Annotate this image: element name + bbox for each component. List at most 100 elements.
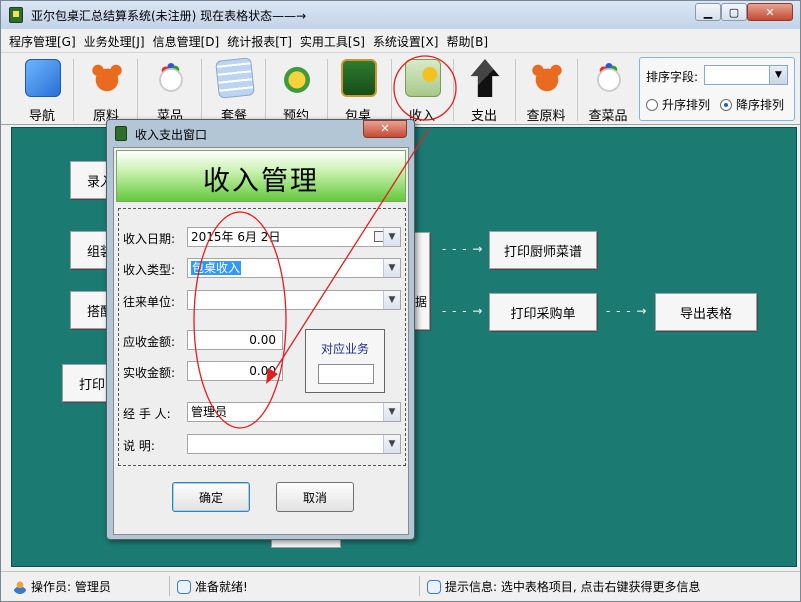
- message-bubble-icon: [177, 579, 191, 594]
- cancel-button[interactable]: 取消: [276, 482, 354, 512]
- status-bar: 操作员: 管理员 准备就绪! 提示信息: 选中表格项目, 点击右键获得更多信息: [1, 571, 800, 601]
- dialog-title-bar: 收入支出窗口 ✕: [111, 120, 410, 145]
- income-date-value: 2015年 6月 2日: [191, 230, 281, 244]
- menu-bar: 程序管理[G] 业务处理[J] 信息管理[D] 统计报表[T] 实用工具[S] …: [1, 31, 800, 51]
- menu-reports[interactable]: 统计报表[T]: [227, 33, 292, 50]
- receivable-amount-field[interactable]: 0.00: [187, 330, 283, 350]
- status-hint-text: 提示信息: 选中表格项目, 点击右键获得更多信息: [445, 580, 701, 594]
- toolbar-separator: [577, 59, 578, 121]
- user-icon: [13, 579, 27, 594]
- sort-field-label: 排序字段:: [646, 70, 699, 84]
- status-divider: [419, 576, 420, 596]
- export-table-button[interactable]: 导出表格: [655, 293, 757, 331]
- income-date-label: 收入日期:: [123, 232, 176, 246]
- chevron-down-icon[interactable]: ▼: [769, 66, 787, 84]
- set-meal-icon: [215, 57, 255, 99]
- app-icon: [115, 126, 127, 141]
- finder-face-icon: [25, 59, 61, 97]
- dish-icon: [591, 59, 627, 97]
- income-type-select[interactable]: 包桌收入 ▼: [187, 258, 401, 278]
- toolbar-query-dishes-label: 查菜品: [588, 109, 628, 124]
- print-chef-recipe-button[interactable]: 打印厨师菜谱: [489, 231, 597, 269]
- note-select[interactable]: ▼: [187, 434, 401, 454]
- banquet-icon: [341, 59, 377, 97]
- status-ready-text: 准备就绪!: [195, 580, 248, 594]
- toolbar-reservation-button[interactable]: 预约: [267, 57, 325, 124]
- app-icon: [9, 7, 23, 23]
- toolbar-dishes-button[interactable]: 菜品: [141, 57, 199, 124]
- menu-help[interactable]: 帮助[B]: [446, 33, 488, 50]
- dialog-title: 收入支出窗口: [135, 128, 208, 142]
- minimize-button[interactable]: ▁: [695, 3, 721, 21]
- status-hint: 提示信息: 选中表格项目, 点击右键获得更多信息: [427, 578, 701, 595]
- status-divider: [169, 576, 170, 596]
- partner-select[interactable]: ▼: [187, 290, 401, 310]
- toolbar-query-ingredients-button[interactable]: 查原料: [517, 57, 575, 124]
- sort-panel: 排序字段: ▼ 升序排列 降序排列: [639, 57, 795, 121]
- ok-button[interactable]: 确定: [172, 482, 250, 512]
- toolbar-separator: [265, 59, 266, 121]
- business-group: 对应业务: [305, 329, 385, 393]
- toolbar-separator: [391, 59, 392, 121]
- toolbar-separator: [73, 59, 74, 121]
- toolbar-query-ingredients-label: 查原料: [526, 109, 566, 124]
- close-button[interactable]: ✕: [747, 3, 793, 21]
- minimize-icon: ▁: [703, 5, 713, 19]
- menu-info[interactable]: 信息管理[D]: [153, 33, 220, 50]
- toolbar-ingredients-button[interactable]: 原料: [77, 57, 135, 124]
- toolbar-setmeal-button[interactable]: 套餐: [205, 57, 263, 124]
- income-type-label: 收入类型:: [123, 263, 176, 277]
- window-title: 亚尔包桌汇总结算系统(未注册) 现在表格状态——→: [31, 9, 307, 23]
- sort-desc-radio[interactable]: 降序排列: [720, 96, 784, 113]
- toolbar-separator: [327, 59, 328, 121]
- toolbar-nav-button[interactable]: 导航: [13, 57, 71, 124]
- dialog-header-title: 收入管理: [203, 166, 319, 197]
- toolbar-banquet-button[interactable]: 包桌: [329, 57, 387, 124]
- income-form: 收入日期: 2015年 6月 2日 ▼ 收入类型: 包桌收入 ▼ 往来单位: ▼…: [118, 208, 406, 466]
- crab-icon: [529, 59, 565, 97]
- business-field[interactable]: [318, 364, 374, 384]
- income-date-picker[interactable]: 2015年 6月 2日 ▼: [187, 227, 401, 247]
- close-icon: ✕: [765, 5, 775, 19]
- toolbar-expense-label: 支出: [470, 109, 497, 124]
- chevron-down-icon[interactable]: ▼: [383, 228, 400, 246]
- toolbar-query-dishes-button[interactable]: 查菜品: [579, 57, 637, 124]
- reservation-icon: [279, 59, 315, 97]
- toolbar-expense-button[interactable]: 支出: [455, 57, 513, 124]
- flow-arrow: - - - →: [606, 304, 648, 318]
- print-purchase-order-button[interactable]: 打印采购单: [489, 293, 597, 331]
- status-ready: 准备就绪!: [177, 578, 248, 595]
- menu-program[interactable]: 程序管理[G]: [9, 33, 76, 50]
- dialog-close-button[interactable]: ✕: [363, 120, 407, 138]
- income-type-value: 包桌收入: [191, 261, 242, 275]
- maximize-icon: ▢: [728, 5, 740, 19]
- flow-arrow: - - - →: [442, 242, 484, 256]
- handler-select[interactable]: 管理员 ▼: [187, 402, 401, 422]
- menu-business[interactable]: 业务处理[J]: [84, 33, 145, 50]
- status-operator: 操作员: 管理员: [13, 578, 111, 595]
- message-bubble-icon: [427, 579, 441, 594]
- chevron-down-icon[interactable]: ▼: [383, 291, 400, 309]
- menu-tools[interactable]: 实用工具[S]: [300, 33, 365, 50]
- toolbar-separator: [515, 59, 516, 121]
- menu-settings[interactable]: 系统设置[X]: [373, 33, 439, 50]
- received-label: 实收金额:: [123, 366, 176, 380]
- close-icon: ✕: [380, 122, 390, 135]
- dialog-header: 收入管理: [116, 150, 406, 202]
- sort-asc-radio[interactable]: 升序排列: [646, 96, 710, 113]
- toolbar-income-button[interactable]: 收入: [393, 57, 451, 124]
- chevron-down-icon[interactable]: ▼: [383, 259, 400, 277]
- status-operator-text: 操作员: 管理员: [31, 580, 111, 594]
- sort-desc-label: 降序排列: [736, 98, 785, 112]
- maximize-button[interactable]: ▢: [721, 3, 747, 21]
- sort-field-select[interactable]: ▼: [704, 65, 788, 85]
- handler-value: 管理员: [191, 405, 228, 419]
- expense-arrow-icon: [470, 59, 500, 97]
- sort-asc-label: 升序排列: [662, 98, 711, 112]
- received-amount-field[interactable]: 0.00: [187, 361, 283, 381]
- toolbar-separator: [453, 59, 454, 121]
- radio-icon: [646, 98, 658, 111]
- dialog-body: 收入管理 收入日期: 2015年 6月 2日 ▼ 收入类型: 包桌收入 ▼ 往来…: [113, 147, 409, 535]
- chevron-down-icon[interactable]: ▼: [383, 403, 400, 421]
- chevron-down-icon[interactable]: ▼: [383, 435, 400, 453]
